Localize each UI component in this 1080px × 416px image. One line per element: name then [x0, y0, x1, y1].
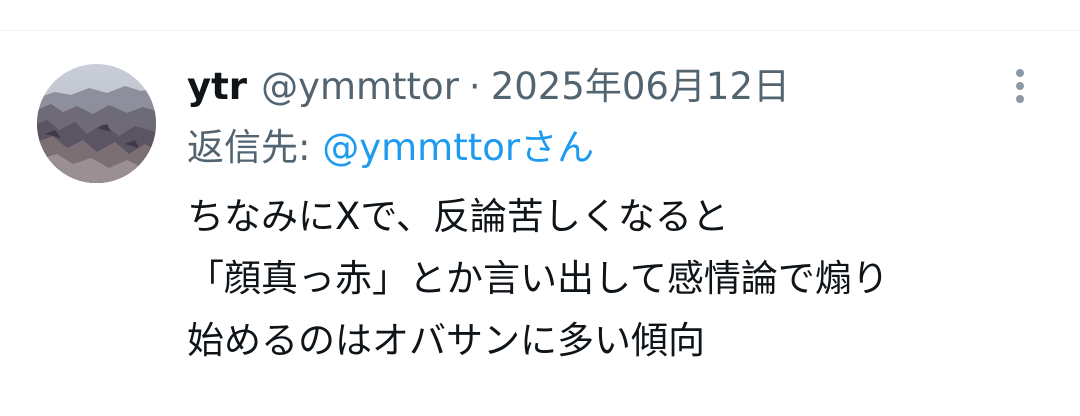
- user-handle[interactable]: @ymmttor: [261, 56, 459, 118]
- more-dot: [1016, 69, 1024, 77]
- tweet-date[interactable]: 2025年06月12日: [491, 56, 790, 118]
- divider: [0, 30, 1080, 31]
- tweet-content: ytr @ymmttor · 2025年06月12日 返信先: @ymmttor…: [187, 56, 1007, 372]
- reply-mention-link[interactable]: @ymmttorさん: [322, 126, 594, 169]
- reply-to: 返信先: @ymmttorさん: [187, 118, 1007, 178]
- tweet-card[interactable]: ytr @ymmttor · 2025年06月12日 返信先: @ymmttor…: [0, 0, 1080, 416]
- tweet-text: ちなみにXで、反論苦しくなると 「顔真っ赤」とか言い出して感情論で煽り 始めるの…: [187, 186, 1007, 372]
- separator-dot: ·: [468, 65, 481, 108]
- tweet-header: ytr @ymmttor · 2025年06月12日: [187, 56, 1007, 118]
- tweet-text-line: 始めるのはオバサンに多い傾向: [187, 319, 705, 362]
- more-dot: [1016, 95, 1024, 103]
- reply-prefix: 返信先:: [187, 126, 311, 169]
- display-name[interactable]: ytr: [187, 56, 247, 118]
- more-dot: [1016, 82, 1024, 90]
- tweet-text-line: 「顔真っ赤」とか言い出して感情論で煽り: [187, 257, 889, 300]
- tweet-text-line: ちなみにXで、反論苦しくなると: [187, 195, 729, 238]
- landscape-avatar-icon: [37, 64, 156, 183]
- more-vertical-icon[interactable]: [1004, 64, 1036, 108]
- avatar[interactable]: [37, 64, 156, 183]
